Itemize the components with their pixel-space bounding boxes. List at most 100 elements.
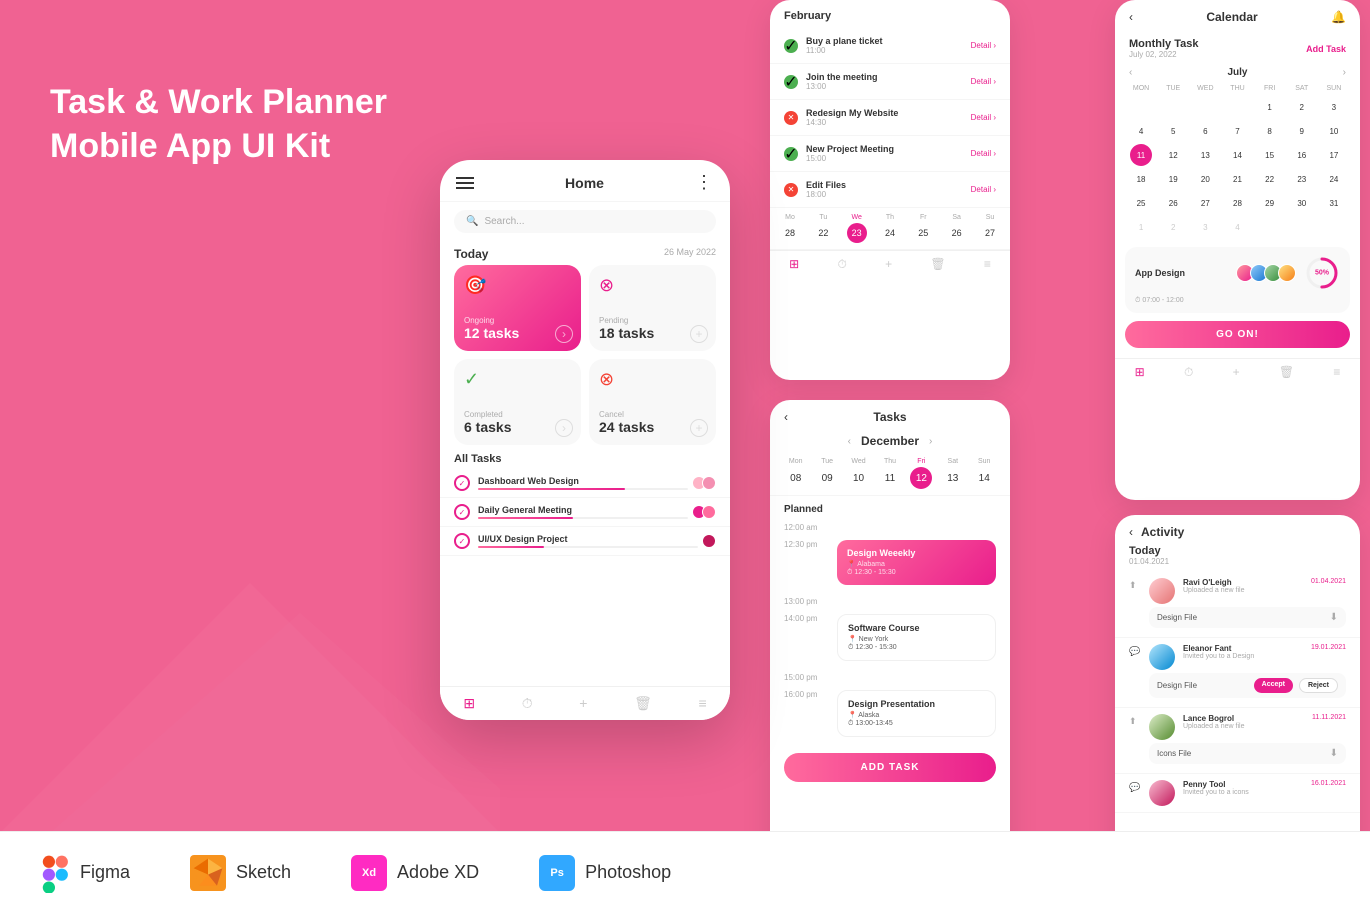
nav-clock-icon[interactable]: ⏱ (1184, 365, 1193, 380)
add-task-label[interactable]: Add Task (1306, 44, 1346, 54)
cal-day[interactable]: 25 (1130, 192, 1152, 214)
more-options-icon[interactable]: ⋮ (695, 172, 714, 193)
cal-day[interactable]: 19 (1162, 168, 1184, 190)
cal-day-other[interactable]: 3 (1194, 216, 1216, 238)
nav-clock-icon[interactable]: ⏱ (522, 695, 533, 712)
cal-prev-arrow[interactable]: ‹ (1129, 67, 1132, 78)
accept-button[interactable]: Accept (1254, 678, 1293, 693)
nav-grid-icon[interactable]: ⊞ (1135, 365, 1145, 380)
go-on-button[interactable]: GO ON! (1125, 321, 1350, 348)
cal-day[interactable]: 16 (1291, 144, 1313, 166)
add-task-button[interactable]: ADD TASK (784, 753, 996, 782)
cal-day[interactable]: 4 (1130, 120, 1152, 142)
design-file-row: Design File Accept Reject (1149, 673, 1346, 698)
week-day-num[interactable]: 13 (942, 467, 964, 489)
nav-trash-icon[interactable]: 🗑 (930, 257, 945, 272)
cal-day[interactable]: 22 (1259, 168, 1281, 190)
cal-day-today[interactable]: 11 (1130, 144, 1152, 166)
download-icon[interactable]: ⬇ (1330, 748, 1338, 759)
nav-trash-icon[interactable]: 🗑 (634, 695, 652, 712)
calendar-grid: MON TUE WED THU FRI SAT SUN 1 2 3 4 5 6 … (1115, 82, 1360, 239)
back-icon[interactable]: ‹ (784, 410, 788, 424)
mini-day-name[interactable]: We (851, 214, 861, 221)
cal-day[interactable]: 27 (1194, 192, 1216, 214)
cal-day[interactable]: 7 (1226, 120, 1248, 142)
prev-month-icon[interactable]: ‹ (848, 436, 851, 447)
cal-day[interactable]: 5 (1162, 120, 1184, 142)
task-progress-fill (478, 517, 573, 519)
nav-home-icon[interactable]: ⊞ (463, 695, 475, 712)
nav-menu-icon[interactable]: ≡ (1333, 365, 1340, 380)
reject-button[interactable]: Reject (1299, 678, 1338, 693)
cal-day[interactable]: 6 (1194, 120, 1216, 142)
hamburger-icon[interactable] (456, 174, 474, 192)
cal-day[interactable] (1162, 96, 1184, 118)
search-bar[interactable]: 🔍 Search... (454, 210, 716, 233)
cal-day[interactable] (1194, 96, 1216, 118)
nav-add-icon[interactable]: + (1233, 365, 1240, 380)
cal-day[interactable]: 10 (1323, 120, 1345, 142)
pending-card[interactable]: ⊗ Pending 18 tasks + (589, 265, 716, 351)
activity-back-icon[interactable]: ‹ (1129, 525, 1133, 539)
cal-day[interactable]: 31 (1323, 192, 1345, 214)
cal-day[interactable]: 14 (1226, 144, 1248, 166)
mini-day-num-active[interactable]: 23 (847, 223, 867, 243)
nav-add-icon[interactable]: + (885, 257, 892, 272)
cancelled-card[interactable]: ⊗ Cancel 24 tasks + (589, 359, 716, 445)
cal-day[interactable]: 24 (1323, 168, 1345, 190)
cal-next-arrow[interactable]: › (1343, 67, 1346, 78)
cal-day[interactable]: 8 (1259, 120, 1281, 142)
nav-trash-icon[interactable]: 🗑 (1279, 365, 1294, 380)
cal-day[interactable]: 26 (1162, 192, 1184, 214)
cal-day[interactable]: 12 (1162, 144, 1184, 166)
cal-back-icon[interactable]: ‹ (1129, 10, 1133, 24)
nav-clock-icon[interactable]: ⏱ (837, 257, 846, 272)
mini-day-num: 28 (780, 223, 800, 243)
next-month-icon[interactable]: › (929, 436, 932, 447)
task-detail-link[interactable]: Detail › (971, 185, 996, 194)
cal-day-other[interactable]: 4 (1226, 216, 1248, 238)
week-day-num[interactable]: 14 (973, 467, 995, 489)
cal-day[interactable]: 17 (1323, 144, 1345, 166)
mini-day: Fr 25 (913, 214, 933, 243)
event-card-design-presentation[interactable]: Design Presentation 📍 Alaska ⏱ 13:00-13:… (837, 690, 996, 737)
nav-add-icon[interactable]: + (579, 695, 587, 712)
week-day-num[interactable]: 08 (785, 467, 807, 489)
download-icon[interactable]: ⬇ (1330, 612, 1338, 623)
event-card-design-weekly[interactable]: Design Weeekly 📍 Alabama ⏱ 12:30 - 15:30 (837, 540, 996, 585)
cal-day[interactable]: 28 (1226, 192, 1248, 214)
week-day-num[interactable]: 09 (816, 467, 838, 489)
nav-grid-icon[interactable]: ⊞ (789, 257, 799, 272)
task-detail-link[interactable]: Detail › (971, 77, 996, 86)
completed-card[interactable]: ✓ Completed 6 tasks › (454, 359, 581, 445)
cal-day-other[interactable]: 2 (1162, 216, 1184, 238)
task-detail-link[interactable]: Detail › (971, 113, 996, 122)
cal-day[interactable]: 15 (1259, 144, 1281, 166)
cal-day[interactable]: 13 (1194, 144, 1216, 166)
cal-day[interactable]: 20 (1194, 168, 1216, 190)
week-day-num[interactable]: 11 (879, 467, 901, 489)
event-location: 📍 Alabama (847, 560, 986, 568)
cal-day[interactable]: 3 (1323, 96, 1345, 118)
cal-day[interactable]: 30 (1291, 192, 1313, 214)
event-card-software-course[interactable]: Software Course 📍 New York ⏱ 12:30 - 15:… (837, 614, 996, 661)
cal-day[interactable]: 18 (1130, 168, 1152, 190)
cal-day[interactable]: 23 (1291, 168, 1313, 190)
cal-day-other[interactable]: 1 (1130, 216, 1152, 238)
nav-menu-icon[interactable]: ≡ (984, 257, 991, 272)
cal-screen-title: Calendar (1206, 10, 1257, 24)
cal-day[interactable]: 1 (1259, 96, 1281, 118)
task-detail-link[interactable]: Detail › (971, 41, 996, 50)
task-detail-link[interactable]: Detail › (971, 149, 996, 158)
week-day-num[interactable]: 10 (848, 467, 870, 489)
cal-bell-icon[interactable]: 🔔 (1331, 10, 1346, 24)
week-day-num-active[interactable]: 12 (910, 467, 932, 489)
ongoing-card[interactable]: 🎯 Ongoing 12 tasks › (454, 265, 581, 351)
cal-day[interactable] (1226, 96, 1248, 118)
cal-day[interactable] (1130, 96, 1152, 118)
cal-day[interactable]: 21 (1226, 168, 1248, 190)
cal-day[interactable]: 2 (1291, 96, 1313, 118)
cal-day[interactable]: 9 (1291, 120, 1313, 142)
nav-menu-icon[interactable]: ≡ (699, 695, 707, 712)
cal-day[interactable]: 29 (1259, 192, 1281, 214)
